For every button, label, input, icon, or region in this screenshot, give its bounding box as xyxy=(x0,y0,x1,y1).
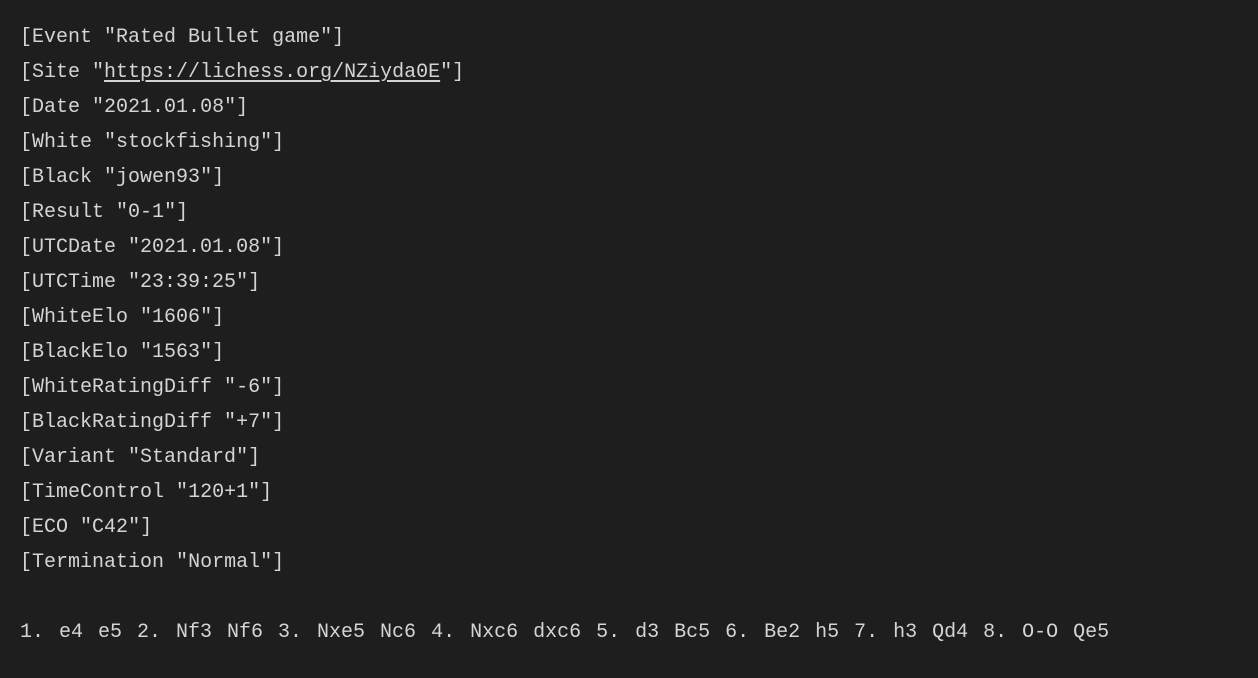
pgn-header-value: stockfishing xyxy=(116,131,260,154)
pgn-header-line: [ECO "C42"] xyxy=(20,510,1238,545)
pgn-header-value: Standard xyxy=(140,446,236,469)
pgn-header-line: [Black "jowen93"] xyxy=(20,160,1238,195)
pgn-header-key: Variant xyxy=(32,446,116,469)
pgn-header-key: Event xyxy=(32,26,92,49)
pgn-header-line: [Result "0-1"] xyxy=(20,195,1238,230)
pgn-header-line: [Variant "Standard"] xyxy=(20,440,1238,475)
pgn-header-value: Rated Bullet game xyxy=(116,26,320,49)
pgn-header-value: 1606 xyxy=(152,306,200,329)
pgn-header-value: -6 xyxy=(236,376,260,399)
pgn-header-key: WhiteElo xyxy=(32,306,128,329)
pgn-header-value: 2021.01.08 xyxy=(104,96,224,119)
pgn-header-line: [WhiteElo "1606"] xyxy=(20,300,1238,335)
pgn-header-line: [BlackElo "1563"] xyxy=(20,335,1238,370)
pgn-header-value: 0-1 xyxy=(128,201,164,224)
pgn-header-value: C42 xyxy=(92,516,128,539)
pgn-header-value: 2021.01.08 xyxy=(140,236,260,259)
pgn-header-key: White xyxy=(32,131,92,154)
pgn-header-line: [TimeControl "120+1"] xyxy=(20,475,1238,510)
pgn-header-key: UTCTime xyxy=(32,271,116,294)
pgn-header-key: TimeControl xyxy=(32,481,164,504)
pgn-header-key: Termination xyxy=(32,551,164,574)
pgn-header-line: [UTCDate "2021.01.08"] xyxy=(20,230,1238,265)
pgn-header-key: ECO xyxy=(32,516,68,539)
pgn-header-line: [Event "Rated Bullet game"] xyxy=(20,20,1238,55)
pgn-header-line: [Date "2021.01.08"] xyxy=(20,90,1238,125)
pgn-text-block: [Event "Rated Bullet game"][Site "https:… xyxy=(20,20,1238,650)
pgn-header-key: UTCDate xyxy=(32,236,116,259)
pgn-header-line: [Site "https://lichess.org/NZiyda0E"] xyxy=(20,55,1238,90)
pgn-header-value: Normal xyxy=(188,551,260,574)
pgn-header-key: Date xyxy=(32,96,80,119)
pgn-header-key: WhiteRatingDiff xyxy=(32,376,212,399)
pgn-moves: 1. e4 e5 2. Nf3 Nf6 3. Nxe5 Nc6 4. Nxc6 … xyxy=(20,615,1238,650)
pgn-header-value: 23:39:25 xyxy=(140,271,236,294)
pgn-header-line: [White "stockfishing"] xyxy=(20,125,1238,160)
pgn-header-value: 120+1 xyxy=(188,481,248,504)
pgn-header-line: [WhiteRatingDiff "-6"] xyxy=(20,370,1238,405)
pgn-header-value: +7 xyxy=(236,411,260,434)
pgn-header-value: 1563 xyxy=(152,341,200,364)
pgn-header-key: BlackRatingDiff xyxy=(32,411,212,434)
pgn-header-line: [UTCTime "23:39:25"] xyxy=(20,265,1238,300)
pgn-site-link[interactable]: https://lichess.org/NZiyda0E xyxy=(104,61,440,84)
pgn-header-key: Result xyxy=(32,201,104,224)
pgn-header-line: [BlackRatingDiff "+7"] xyxy=(20,405,1238,440)
pgn-header-key: Site xyxy=(32,61,80,84)
pgn-header-key: BlackElo xyxy=(32,341,128,364)
pgn-header-value: jowen93 xyxy=(116,166,200,189)
pgn-header-key: Black xyxy=(32,166,92,189)
pgn-header-line: [Termination "Normal"] xyxy=(20,545,1238,580)
